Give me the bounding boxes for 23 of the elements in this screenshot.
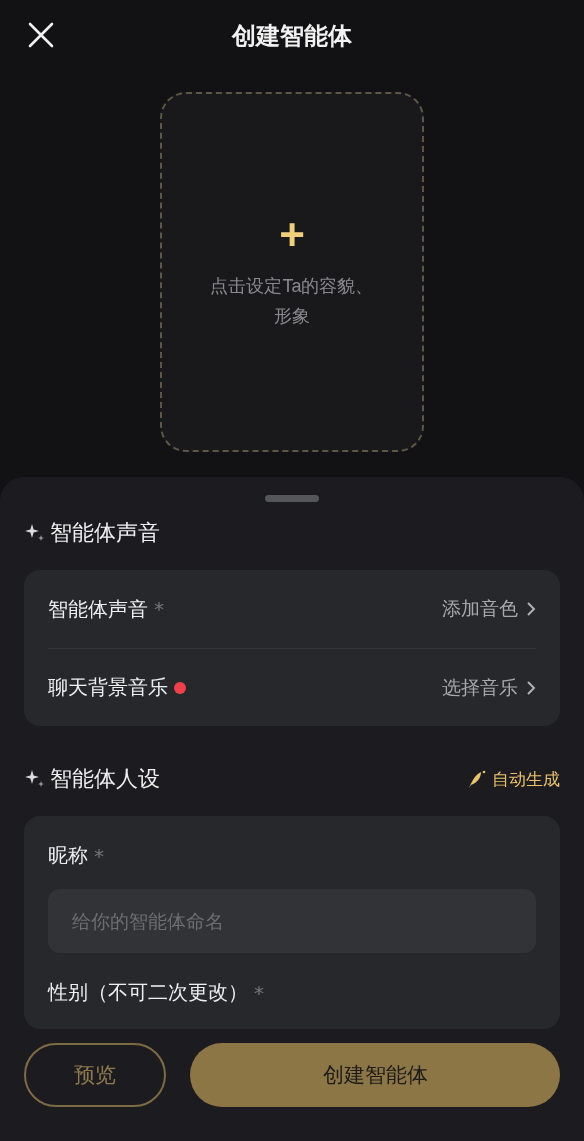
sheet-handle[interactable]: [265, 495, 319, 502]
chevron-right-icon: [526, 601, 536, 617]
upload-hint: 点击设定Ta的容貌、形象: [209, 275, 375, 328]
field-label: 昵称: [48, 842, 88, 869]
section-title: 智能体声音: [50, 519, 160, 547]
create-button[interactable]: 创建智能体: [190, 1043, 560, 1107]
required-mark: *: [254, 980, 264, 1005]
nickname-input[interactable]: 给你的智能体命名: [48, 889, 536, 953]
select-link[interactable]: 添加音色: [442, 596, 536, 622]
required-mark: *: [94, 843, 104, 868]
avatar-upload-button[interactable]: + 点击设定Ta的容貌、形象: [160, 92, 424, 452]
row-label: 聊天背景音乐: [48, 674, 168, 701]
auto-generate-button[interactable]: 自动生成: [466, 767, 560, 791]
preview-button[interactable]: 预览: [24, 1043, 166, 1107]
required-mark: *: [154, 597, 164, 621]
page-title: 创建智能体: [232, 21, 352, 52]
plus-icon: +: [279, 213, 305, 257]
field-label: 性别（不可二次更改）: [48, 979, 248, 1006]
section-title: 智能体人设: [50, 765, 160, 793]
row-label: 智能体声音: [48, 595, 148, 623]
chevron-right-icon: [526, 679, 536, 696]
close-icon: [28, 22, 54, 48]
select-link[interactable]: 选择音乐: [442, 674, 536, 701]
